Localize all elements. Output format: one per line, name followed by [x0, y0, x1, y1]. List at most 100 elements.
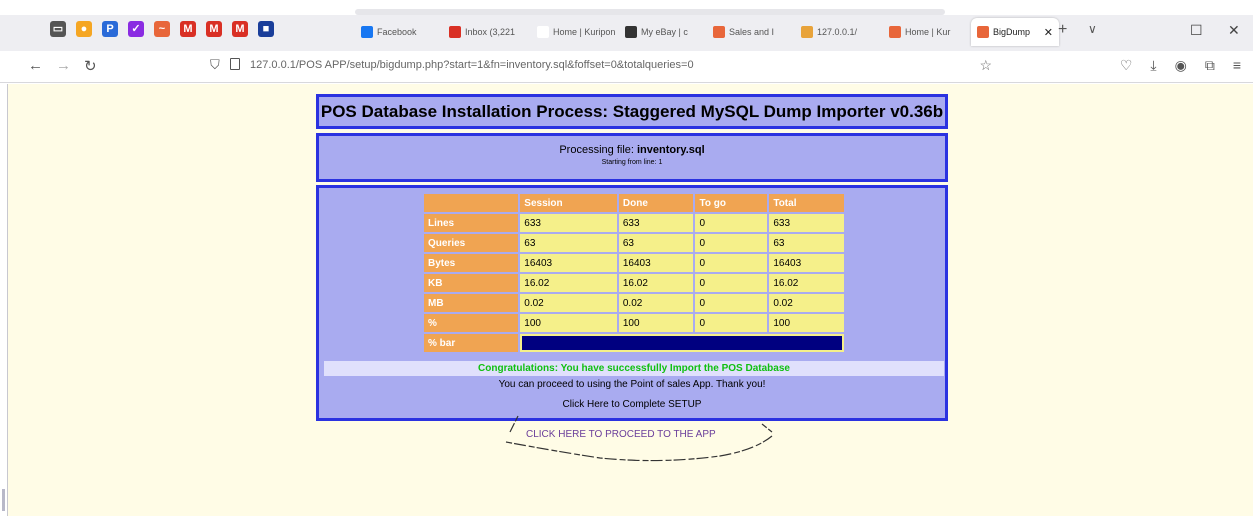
cell: 63: [769, 234, 844, 252]
extensions-icon[interactable]: ⧉: [1205, 57, 1215, 74]
pin-8-icon[interactable]: M: [232, 21, 248, 37]
cell: 63: [520, 234, 617, 252]
account-icon[interactable]: ◉: [1175, 57, 1187, 74]
shield-icon[interactable]: ⛉: [210, 57, 220, 73]
bookmark-star-icon[interactable]: ☆: [979, 57, 992, 74]
row-label: %: [424, 314, 519, 332]
back-button[interactable]: ←: [28, 57, 43, 74]
pin-4-icon[interactable]: ✓: [128, 21, 144, 37]
page-title: POS Database Installation Process: Stagg…: [320, 102, 944, 121]
tab-2[interactable]: Home | Kuripon: [531, 18, 619, 46]
tab-1[interactable]: Inbox (3,221: [443, 18, 531, 46]
tab-favicon-icon: [361, 26, 373, 38]
table-row: KB 16.02 16.02 0 16.02: [424, 274, 844, 292]
pin-6-icon[interactable]: M: [180, 21, 196, 37]
tab-list-button[interactable]: ∨: [1088, 22, 1097, 36]
maximize-button[interactable]: ☐: [1190, 22, 1203, 39]
tab-7[interactable]: BigDump ✕: [971, 18, 1059, 46]
tab-favicon-icon: [537, 26, 549, 38]
cell: 16.02: [618, 274, 694, 292]
cell: 0: [695, 254, 768, 272]
pin-2-icon[interactable]: ●: [76, 21, 92, 37]
cell: 633: [618, 214, 694, 232]
progress-bar-fill: [522, 336, 842, 350]
stats-table: Session Done To go Total Lines 633 633 0…: [422, 192, 846, 354]
file-info-box: Processing file: inventory.sql Starting …: [316, 133, 948, 182]
filename: inventory.sql: [637, 144, 705, 156]
tab-6[interactable]: Home | Kur: [883, 18, 971, 46]
progress-row: % bar: [424, 334, 844, 352]
tab-3[interactable]: My eBay | c: [619, 18, 707, 46]
menu-icon[interactable]: ≡: [1233, 57, 1241, 74]
cell: 63: [618, 234, 694, 252]
proceed-to-app-link[interactable]: CLICK HERE TO PROCEED TO THE APP: [526, 429, 716, 440]
table-header-row: Session Done To go Total: [424, 194, 844, 212]
cell: 0: [695, 234, 768, 252]
header-cell: Total: [769, 194, 844, 212]
forward-button[interactable]: →: [56, 57, 71, 74]
stats-box: Session Done To go Total Lines 633 633 0…: [316, 185, 948, 421]
table-row: Queries 63 63 0 63: [424, 234, 844, 252]
pocket-icon[interactable]: ♡: [1120, 57, 1133, 74]
pin-1-icon[interactable]: ▭: [50, 21, 66, 37]
row-label: Lines: [424, 214, 519, 232]
cell: 16403: [618, 254, 694, 272]
pinned-tabs: ▭ ● P ✓ ~ M M M ■: [50, 21, 274, 37]
cell: 16403: [520, 254, 617, 272]
row-label: MB: [424, 294, 519, 312]
pin-9-icon[interactable]: ■: [258, 21, 274, 37]
sidebar-edge: [0, 84, 8, 516]
complete-setup-link[interactable]: Click Here to Complete SETUP: [319, 399, 945, 410]
cell: 0.02: [769, 294, 844, 312]
cell: 0: [695, 294, 768, 312]
proceed-message: You can proceed to using the Point of sa…: [498, 379, 766, 390]
table-row: Bytes 16403 16403 0 16403: [424, 254, 844, 272]
pin-7-icon[interactable]: M: [206, 21, 222, 37]
nav-bar: ← → ↻ ⛉ 127.0.0.1/POS APP/setup/bigdump.…: [0, 51, 1253, 83]
cell: 0: [695, 314, 768, 332]
success-message: Congratulations: You have successfully I…: [324, 361, 944, 376]
address-bar[interactable]: ⛉ 127.0.0.1/POS APP/setup/bigdump.php?st…: [200, 55, 1010, 79]
tab-label: My eBay | c: [641, 27, 688, 37]
row-label: % bar: [424, 334, 519, 352]
toolbar-icons: ♡ ⤓ ◉ ⧉ ≡: [1120, 57, 1241, 74]
reload-button[interactable]: ↻: [84, 57, 97, 75]
tab-favicon-icon: [889, 26, 901, 38]
hand-drawn-circle: [505, 415, 773, 462]
tab-label: BigDump: [993, 27, 1031, 37]
table-row: Lines 633 633 0 633: [424, 214, 844, 232]
tab-label: Facebook: [377, 27, 417, 37]
cell: 0: [695, 274, 768, 292]
new-tab-button[interactable]: +: [1058, 21, 1067, 39]
row-label: Bytes: [424, 254, 519, 272]
header-cell: Done: [618, 194, 694, 212]
pin-3-icon[interactable]: P: [102, 21, 118, 37]
cell: 100: [769, 314, 844, 332]
cell: 16.02: [520, 274, 617, 292]
tab-label: Inbox (3,221: [465, 27, 516, 37]
header-cell: To go: [695, 194, 768, 212]
tab-5[interactable]: 127.0.0.1/: [795, 18, 883, 46]
starting-line: Starting from line: 1: [601, 159, 663, 166]
processing-label: Processing file:: [559, 144, 634, 156]
tab-favicon-icon: [449, 26, 461, 38]
download-icon[interactable]: ⤓: [1150, 57, 1156, 74]
close-tab-icon[interactable]: ✕: [1044, 26, 1053, 39]
title-box: POS Database Installation Process: Stagg…: [316, 94, 948, 129]
pin-5-icon[interactable]: ~: [154, 21, 170, 37]
tab-label: Home | Kur: [905, 27, 951, 37]
cell: 0: [695, 214, 768, 232]
url-text[interactable]: 127.0.0.1/POS APP/setup/bigdump.php?star…: [250, 59, 694, 71]
tab-0[interactable]: Facebook: [355, 18, 443, 46]
progress-bar: [520, 334, 844, 352]
cell: 100: [618, 314, 694, 332]
tab-label: Sales and I: [729, 27, 775, 37]
tab-strip: Facebook Inbox (3,221 Home | Kuripon My eBa…: [355, 18, 1059, 46]
tab-4[interactable]: Sales and I: [707, 18, 795, 46]
table-row: MB 0.02 0.02 0 0.02: [424, 294, 844, 312]
header-cell: [424, 194, 519, 212]
close-window-button[interactable]: ✕: [1228, 22, 1240, 39]
row-label: KB: [424, 274, 519, 292]
cell: 100: [520, 314, 617, 332]
cell: 16403: [769, 254, 844, 272]
